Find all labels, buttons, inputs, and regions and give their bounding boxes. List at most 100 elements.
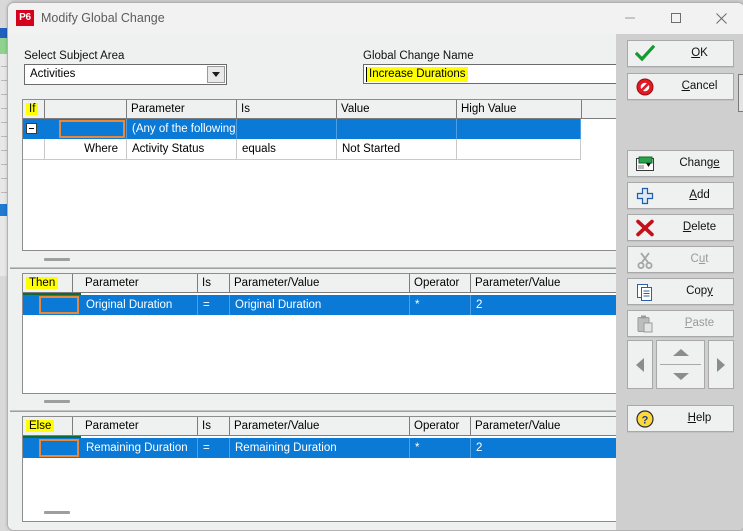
help-button[interactable]: ? Help — [627, 405, 734, 432]
cell-is[interactable] — [237, 119, 337, 139]
else-actions-grid[interactable]: Else Parameter Is Parameter/Value Operat… — [22, 416, 618, 522]
arrow-down-icon — [672, 373, 689, 380]
cell-is[interactable]: = — [198, 438, 230, 458]
paste-button[interactable]: Paste — [627, 310, 734, 337]
move-left-button[interactable] — [627, 340, 653, 389]
then-col-parameter[interactable]: Parameter — [81, 274, 198, 292]
table-row[interactable]: Original Duration = Original Duration * … — [23, 295, 618, 315]
cell-paramvalue2[interactable]: 2 — [471, 295, 618, 315]
delete-button-label: Delete — [682, 221, 717, 233]
window-title: Modify Global Change — [41, 11, 165, 25]
copy-button[interactable]: Copy — [627, 278, 734, 305]
left-pane: Select Subject Area Global Change Name A… — [10, 34, 618, 530]
if-col-value[interactable]: Value — [337, 100, 457, 118]
else-grid-resize-grip[interactable] — [44, 511, 70, 514]
arrow-up-icon — [672, 349, 689, 356]
close-button[interactable] — [699, 3, 743, 33]
ok-button[interactable]: OK — [627, 40, 734, 67]
cell-indent[interactable] — [23, 139, 45, 159]
button-panel: OK Cancel Change Add Delete Cut Copy Pas… — [616, 34, 743, 530]
if-col-parameter[interactable]: Parameter — [127, 100, 237, 118]
p6-app-icon: P6 — [16, 10, 34, 26]
move-updown-buttons — [656, 340, 705, 389]
chevron-down-icon[interactable] — [207, 66, 225, 83]
cell-paramvalue2[interactable]: 2 — [471, 438, 618, 458]
ok-button-label: OK — [691, 47, 708, 59]
global-change-name-input[interactable]: Increase Durations — [363, 64, 618, 84]
then-col-operator[interactable]: Operator — [410, 274, 471, 292]
cell-value[interactable] — [337, 119, 457, 139]
then-col-paramvalue1[interactable]: Parameter/Value — [230, 274, 410, 292]
cell-parameter[interactable]: (Any of the following) — [127, 119, 237, 139]
help-question-icon: ? — [635, 409, 655, 429]
else-col-gap[interactable] — [73, 417, 81, 435]
if-grid-header: If Parameter Is Value High Value — [23, 100, 617, 119]
cell-paramvalue1[interactable]: Original Duration — [230, 295, 410, 315]
if-col-extra[interactable] — [582, 100, 618, 118]
move-right-button[interactable] — [708, 340, 734, 389]
else-col-operator[interactable]: Operator — [410, 417, 471, 435]
cut-button-label: Cut — [690, 253, 709, 265]
plus-icon — [635, 186, 655, 206]
cell-paramvalue1[interactable]: Remaining Duration — [230, 438, 410, 458]
if-col-blank[interactable] — [45, 100, 127, 118]
cell-is[interactable]: = — [198, 295, 230, 315]
maximize-button[interactable] — [653, 3, 698, 33]
if-col-high-value[interactable]: High Value — [457, 100, 582, 118]
else-col-else[interactable]: Else — [23, 417, 73, 435]
subject-area-label: Select Subject Area — [24, 50, 125, 62]
table-row[interactable]: Where Activity Status equals Not Started — [23, 139, 581, 159]
cell-value[interactable]: Not Started — [337, 139, 457, 159]
arrow-left-icon — [636, 357, 644, 372]
if-grid-resize-grip[interactable] — [44, 258, 70, 261]
cell-parameter[interactable]: Activity Status — [127, 139, 237, 159]
cell-operator[interactable]: * — [410, 295, 471, 315]
background-scrollbar — [738, 74, 743, 112]
svg-text:?: ? — [642, 414, 649, 426]
cell-parameter[interactable]: Remaining Duration — [81, 438, 198, 458]
collapse-expander-icon[interactable] — [26, 123, 37, 134]
cell-operator[interactable]: * — [410, 438, 471, 458]
if-conditions-grid[interactable]: If Parameter Is Value High Value (Any of… — [22, 99, 618, 251]
minimize-button[interactable] — [607, 3, 652, 33]
else-col-is[interactable]: Is — [198, 417, 230, 435]
cell-where[interactable]: Where — [45, 139, 127, 159]
move-up-button[interactable] — [657, 341, 704, 364]
else-col-paramvalue1[interactable]: Parameter/Value — [230, 417, 410, 435]
arrow-right-icon — [717, 357, 725, 372]
subject-area-value: Activities — [30, 68, 76, 80]
modify-global-change-dialog: P6 Modify Global Change Select Subject A… — [7, 2, 743, 531]
then-col-is[interactable]: Is — [198, 274, 230, 292]
add-button-label: Add — [689, 189, 710, 201]
paste-icon — [635, 314, 655, 334]
table-row[interactable]: Remaining Duration = Remaining Duration … — [23, 438, 618, 458]
cell-is[interactable]: equals — [237, 139, 337, 159]
help-button-label: Help — [687, 412, 712, 424]
if-col-if[interactable]: If — [23, 100, 45, 118]
change-button[interactable]: Change — [627, 150, 734, 177]
cut-button[interactable]: Cut — [627, 246, 734, 273]
move-down-button[interactable] — [657, 365, 704, 388]
else-col-parameter[interactable]: Parameter — [81, 417, 198, 435]
cell-parameter[interactable]: Original Duration — [81, 295, 198, 315]
copy-button-label: Copy — [686, 285, 713, 297]
cancel-button-label: Cancel — [681, 80, 718, 92]
then-grid-resize-grip[interactable] — [44, 400, 70, 403]
cancel-button[interactable]: Cancel — [627, 73, 734, 100]
then-col-then[interactable]: Then — [23, 274, 73, 292]
change-button-label: Change — [679, 157, 720, 169]
if-col-is[interactable]: Is — [237, 100, 337, 118]
then-col-paramvalue2[interactable]: Parameter/Value — [471, 274, 618, 292]
subject-area-select[interactable]: Activities — [24, 64, 227, 85]
title-bar: P6 Modify Global Change — [8, 3, 743, 35]
navigation-cluster — [627, 340, 734, 389]
change-icon — [635, 154, 655, 174]
cell-high-value[interactable] — [457, 119, 581, 139]
else-col-paramvalue2[interactable]: Parameter/Value — [471, 417, 618, 435]
add-button[interactable]: Add — [627, 182, 734, 209]
then-col-gap[interactable] — [73, 274, 81, 292]
global-change-name-value: Increase Durations — [367, 67, 468, 82]
cell-high-value[interactable] — [457, 139, 581, 159]
delete-button[interactable]: Delete — [627, 214, 734, 241]
then-actions-grid[interactable]: Then Parameter Is Parameter/Value Operat… — [22, 273, 618, 394]
